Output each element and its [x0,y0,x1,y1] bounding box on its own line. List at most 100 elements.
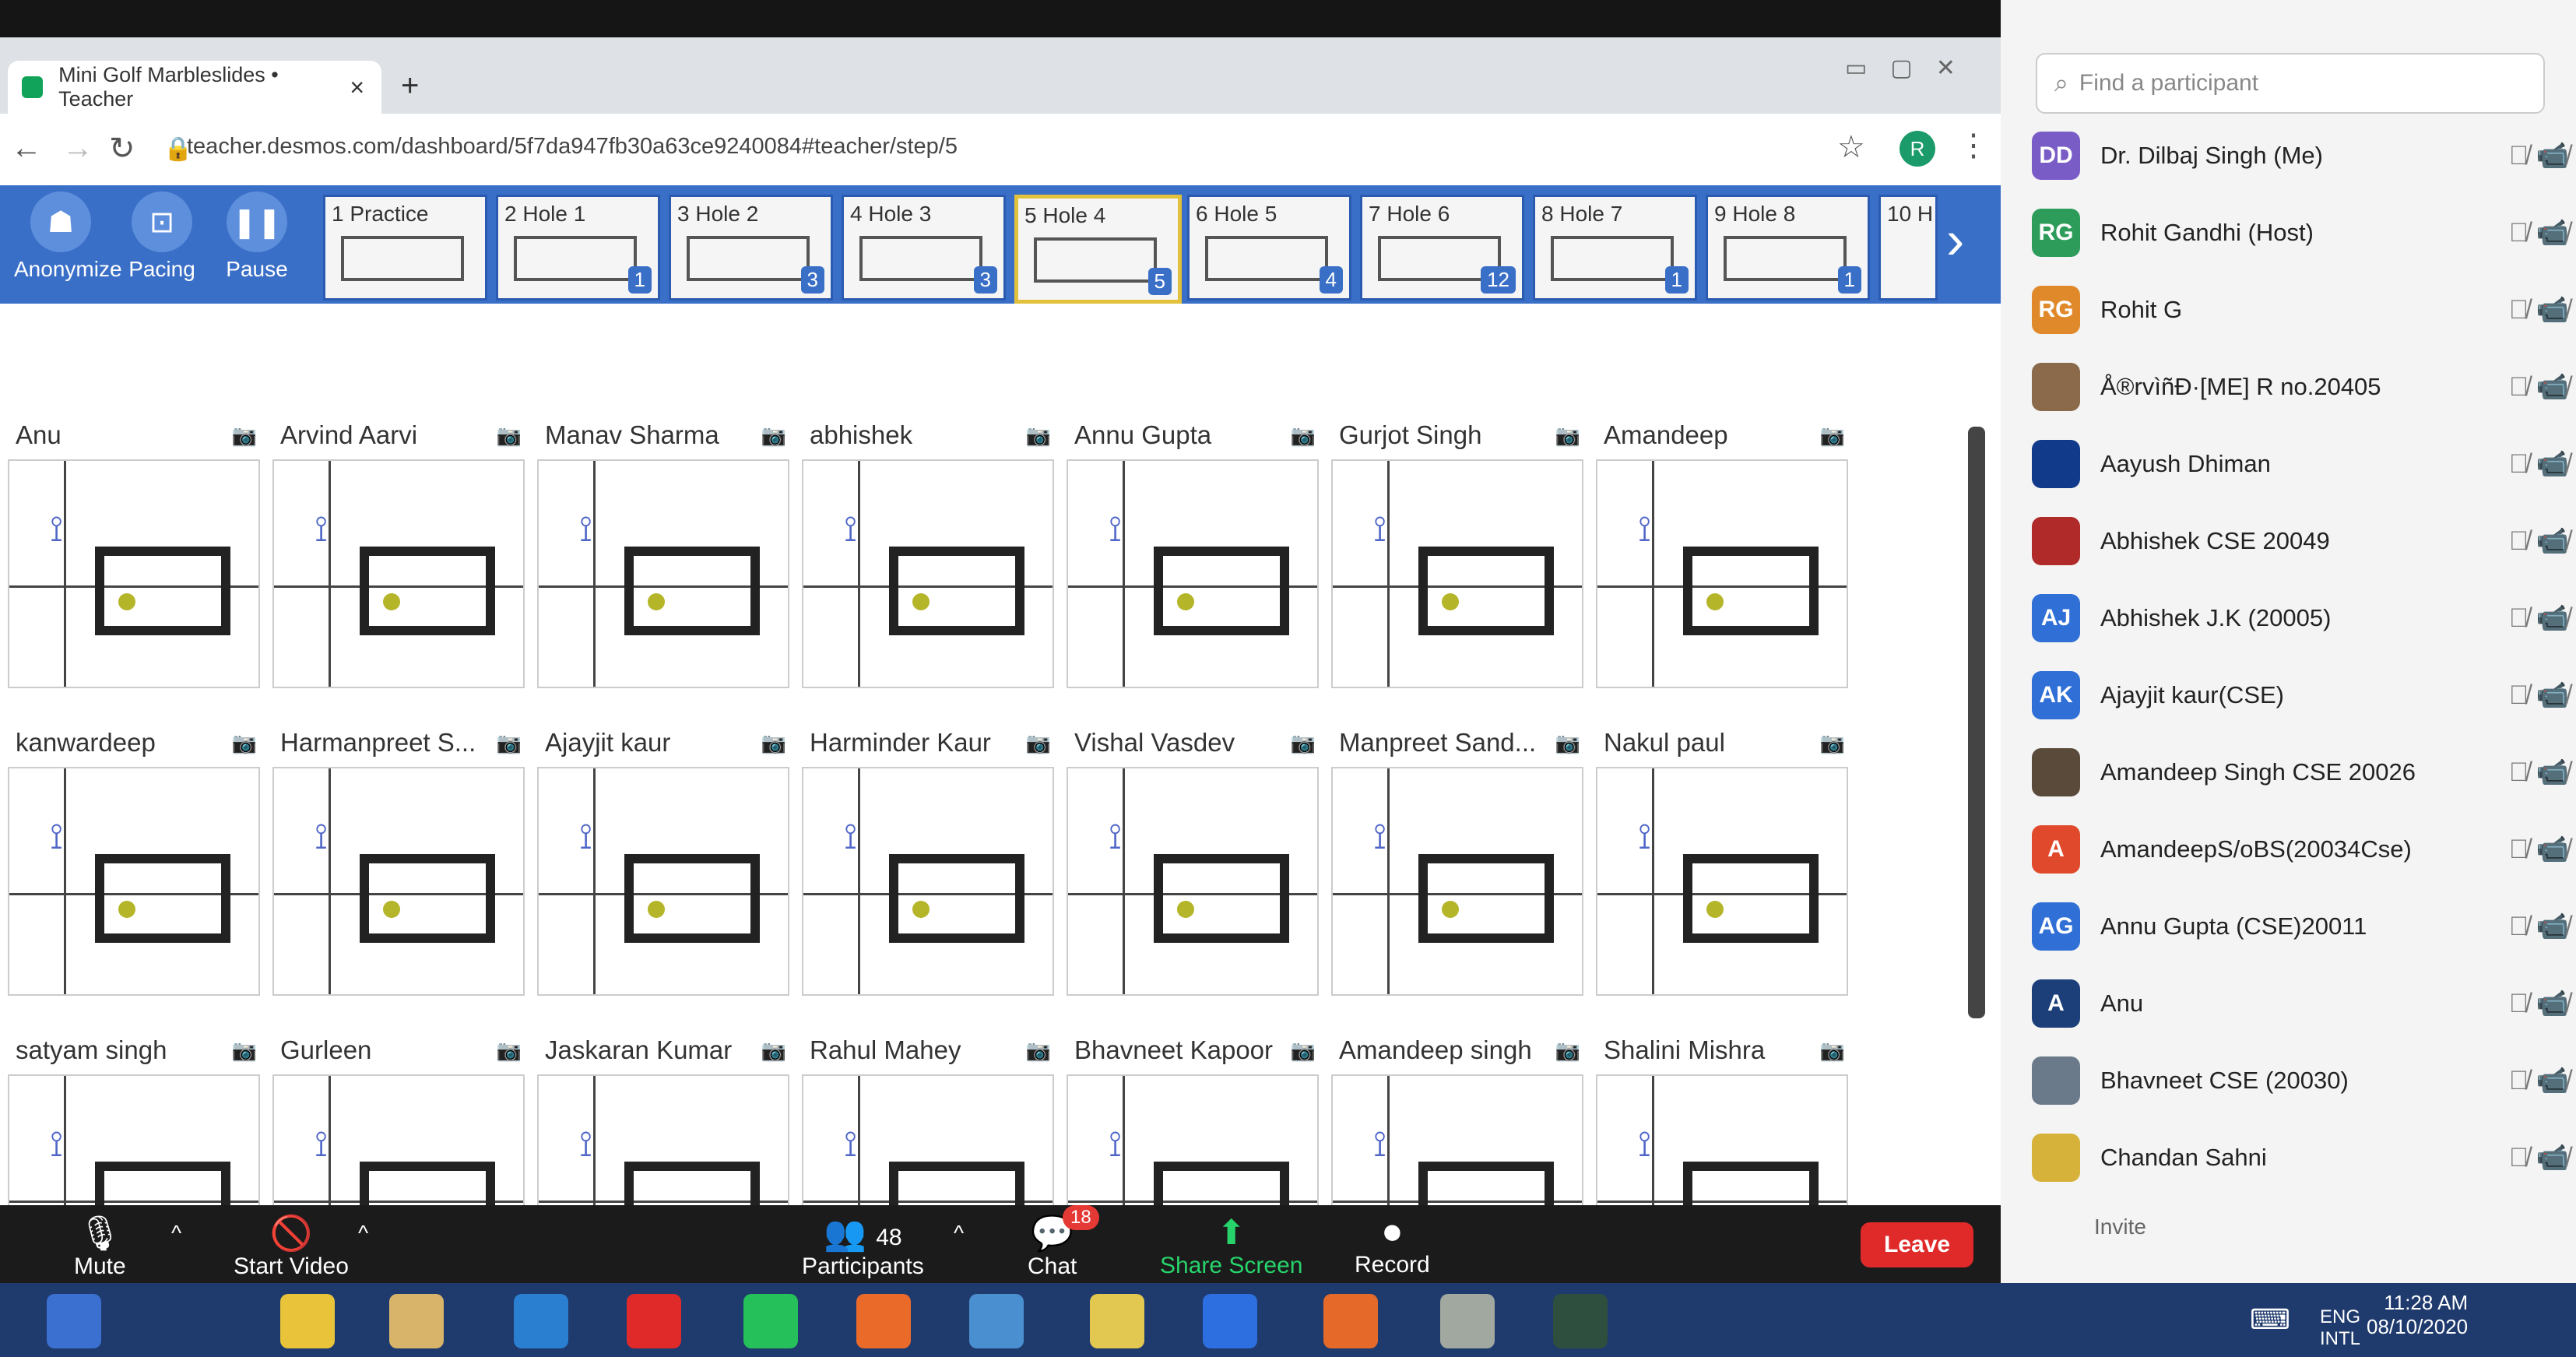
camera-icon[interactable]: 📷 [1555,1039,1580,1063]
student-card[interactable]: Harmanpreet S... 📷 ⟟ [272,728,525,1039]
screen-thumb-4[interactable]: 4 Hole 33 [842,195,1006,301]
participant-row[interactable]: Bhavneet CSE (20030) 🎙̸ 📹̸ [2032,1049,2569,1112]
student-card[interactable]: kanwardeep 📷 ⟟ [8,728,260,1039]
participants-options-caret[interactable]: ^ [954,1221,964,1246]
camera-icon[interactable]: 📷 [1820,731,1845,755]
camera-icon[interactable]: 📷 [1026,731,1051,755]
start-icon[interactable] [47,1294,101,1348]
camera-icon[interactable]: 📷 [761,731,786,755]
edge-icon[interactable] [514,1294,568,1348]
student-card[interactable]: Annu Gupta 📷 ⟟ [1067,420,1319,732]
screen-thumb-3[interactable]: 3 Hole 23 [669,195,833,301]
profile-avatar[interactable]: R [1899,131,1935,167]
student-card[interactable]: Harminder Kaur 📷 ⟟ [802,728,1054,1039]
student-card[interactable]: Bhavneet Kapoor 📷 ⟟ [1067,1035,1319,1205]
pacing-button[interactable]: ⊡ Pacing [115,192,209,282]
student-card[interactable]: satyam singh 📷 ⟟ [8,1035,260,1205]
share-screen-button[interactable]: ⬆ Share Screen [1160,1213,1302,1279]
screen-thumb-2[interactable]: 2 Hole 11 [496,195,660,301]
student-card[interactable]: Manav Sharma 📷 ⟟ [537,420,789,732]
camera-icon[interactable]: 📷 [497,1039,522,1063]
app-icon[interactable] [1553,1294,1608,1348]
anonymize-button[interactable]: ☗ Anonymize [14,192,122,282]
student-card[interactable]: abhishek 📷 ⟟ [802,420,1054,732]
student-card[interactable]: Amandeep 📷 ⟟ [1596,420,1848,732]
camera-icon[interactable]: 📷 [1291,1039,1316,1063]
participant-row[interactable]: RG Rohit G 🎙̸ 📹̸ [2032,279,2569,341]
camera-icon[interactable]: 📷 [761,424,786,448]
snipping-tool-icon[interactable] [1440,1294,1495,1348]
paint-icon[interactable] [969,1294,1024,1348]
chrome-icon[interactable] [280,1294,335,1348]
participant-row[interactable]: A AmandeepS/oBS(20034Cse) 🎙̸ 📹̸ [2032,818,2569,881]
participant-row[interactable]: Chandan Sahni 🎙̸ 📹̸ [2032,1127,2569,1189]
student-card[interactable]: Rahul Mahey 📷 ⟟ [802,1035,1054,1205]
leave-button[interactable]: Leave [1861,1222,1974,1267]
camera-icon[interactable]: 📷 [761,1039,786,1063]
screen-thumb-5[interactable]: 5 Hole 45 [1014,195,1182,304]
reload-icon[interactable]: ↻ [109,131,135,167]
forward-icon[interactable]: → [62,131,93,166]
keyboard-icon[interactable]: ⌨ [2250,1303,2290,1336]
camera-icon[interactable]: 📷 [1820,424,1845,448]
camera-icon[interactable]: 📷 [1291,731,1316,755]
start-video-button[interactable]: 🚫 Start Video [234,1213,349,1280]
search-participant-field[interactable]: ⌕ Find a participant [2036,53,2545,114]
zoom-icon[interactable] [1203,1294,1257,1348]
whatsapp-icon[interactable] [743,1294,798,1348]
participants-button[interactable]: 👥 48 Participants [802,1213,924,1280]
scrollbar[interactable] [1968,427,1985,1018]
student-card[interactable]: Ajayjit kaur 📷 ⟟ [537,728,789,1039]
chevron-right-icon[interactable]: › [1946,209,1964,271]
screen-thumb-9[interactable]: 9 Hole 81 [1706,195,1870,301]
participant-row[interactable]: Å®rvìñÐ·[ME] R no.20405 🎙̸ 📹̸ [2032,356,2569,418]
participant-row[interactable]: Amandeep Singh CSE 20026 🎙̸ 📹̸ [2032,741,2569,803]
camera-icon[interactable]: 📷 [1291,424,1316,448]
word-icon[interactable] [1090,1294,1144,1348]
camera-icon[interactable]: 📷 [232,731,257,755]
participant-row[interactable]: AK Ajayjit kaur(CSE) 🎙̸ 📹̸ [2032,664,2569,726]
clock[interactable]: 11:28 AM 08/10/2020 [2367,1291,2468,1339]
firefox-icon[interactable] [856,1294,911,1348]
video-options-caret[interactable]: ^ [358,1221,368,1246]
new-tab-button[interactable]: + [401,69,419,104]
record-button[interactable]: ⏺ Record [1355,1213,1430,1278]
participant-row[interactable]: AG Annu Gupta (CSE)20011 🎙̸ 📹̸ [2032,895,2569,958]
screen-thumb-8[interactable]: 8 Hole 71 [1533,195,1697,301]
student-card[interactable]: Arvind Aarvi 📷 ⟟ [272,420,525,732]
camera-icon[interactable]: 📷 [232,1039,257,1063]
mute-options-caret[interactable]: ^ [171,1221,181,1246]
screen-thumb-1[interactable]: 1 Practice [323,195,487,301]
screen-thumb-7[interactable]: 7 Hole 6 12 [1360,195,1524,301]
student-card[interactable]: Gurleen 📷 ⟟ [272,1035,525,1205]
bookmark-star-icon[interactable]: ☆ [1837,129,1865,165]
student-card[interactable]: Gurjot Singh 📷 ⟟ [1331,420,1583,732]
camera-icon[interactable]: 📷 [1026,424,1051,448]
screen-thumb-6[interactable]: 6 Hole 54 [1187,195,1351,301]
camera-icon[interactable]: 📷 [1820,1039,1845,1063]
student-card[interactable]: Nakul paul 📷 ⟟ [1596,728,1848,1039]
pause-button[interactable]: ❚❚ Pause [210,192,304,282]
mute-button[interactable]: 🎙 Mute [74,1213,126,1280]
download-icon[interactable] [627,1294,681,1348]
participant-row[interactable]: AJ Abhishek J.K (20005) 🎙̸ 📹̸ [2032,587,2569,649]
back-icon[interactable]: ← [11,131,42,166]
pdf-icon[interactable] [1323,1294,1378,1348]
student-card[interactable]: Vishal Vasdev 📷 ⟟ [1067,728,1319,1039]
file-explorer-icon[interactable] [389,1294,444,1348]
camera-icon[interactable]: 📷 [232,424,257,448]
invite-button[interactable]: Invite [2094,1215,2146,1239]
student-card[interactable]: Manpreet Sand... 📷 ⟟ [1331,728,1583,1039]
url-field[interactable]: teacher.desmos.com/dashboard/5f7da947fb3… [187,134,958,160]
participant-row[interactable]: Abhishek CSE 20049 🎙̸ 📹̸ [2032,510,2569,572]
window-controls[interactable]: ▭▢✕ [1845,54,1979,82]
menu-kebab-icon[interactable]: ⋮ [1958,128,1989,163]
student-card[interactable]: Jaskaran Kumar 📷 ⟟ [537,1035,789,1205]
language-indicator[interactable]: ENG INTL [2320,1306,2360,1350]
close-tab-icon[interactable]: × [350,73,364,102]
camera-icon[interactable]: 📷 [497,731,522,755]
participant-row[interactable]: Aayush Dhiman 🎙̸ 📹̸ [2032,433,2569,495]
participant-row[interactable]: RG Rohit Gandhi (Host) 🎙̸ 📹̸ [2032,202,2569,264]
camera-icon[interactable]: 📷 [1026,1039,1051,1063]
student-card[interactable]: Shalini Mishra 📷 ⟟ [1596,1035,1848,1205]
